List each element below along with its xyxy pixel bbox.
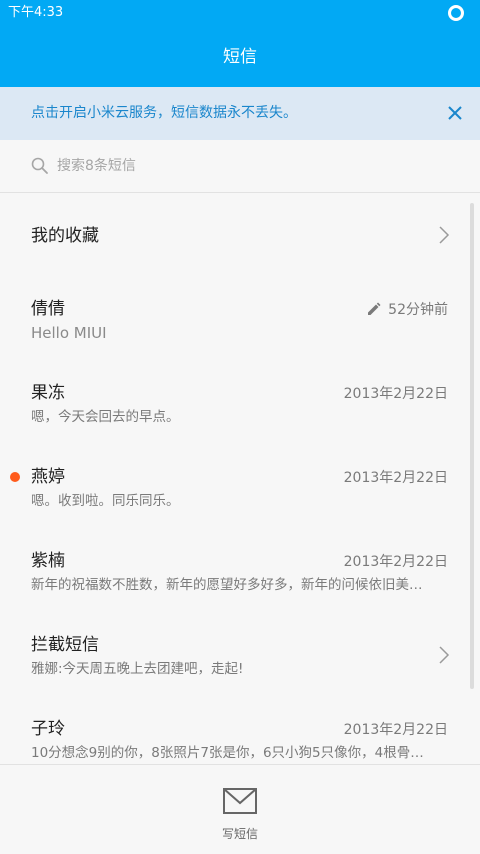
row-title: 果冻 [31, 383, 65, 403]
row-title: 燕婷 [31, 467, 65, 487]
row-title: 紫楠 [31, 551, 65, 571]
row-title: 倩倩 [31, 299, 65, 319]
row-snippet: 10分想念9别的你，8张照片7张是你，6只小狗5只像你，4根骨… [31, 745, 424, 761]
row-title: 我的收藏 [31, 226, 99, 246]
row-date: 2013年2月22日 [343, 554, 448, 570]
list-scrollbar[interactable] [470, 203, 474, 689]
row-date: 2013年2月22日 [343, 386, 448, 402]
row-snippet: 雅娜:今天周五晚上去团建吧，走起! [31, 661, 244, 677]
search-input[interactable] [57, 153, 447, 179]
row-snippet: 新年的祝福数不胜数，新年的愿望好多好多，新年的问候依旧美… [31, 577, 423, 593]
row-date: 2013年2月22日 [343, 722, 448, 738]
close-icon[interactable] [446, 104, 464, 122]
favorites-folder-row[interactable]: 我的收藏 [0, 193, 470, 277]
row-date: 52分钟前 [388, 302, 448, 318]
chevron-right-icon [439, 646, 450, 664]
chevron-right-icon [439, 226, 450, 244]
conversation-row[interactable]: 倩倩 52分钟前 Hello MIUI [0, 277, 470, 361]
page-title: 短信 [223, 47, 257, 67]
row-title: 子玲 [31, 719, 65, 739]
unread-dot [10, 472, 20, 482]
banner-text[interactable]: 点击开启小米云服务，短信数据永不丢失。 [31, 104, 297, 122]
conversation-list: 我的收藏 倩倩 52分钟前 Hello MIUI 果冻 2013年2月22日 嗯… [0, 193, 480, 764]
conversation-row[interactable]: 子玲 2013年2月22日 10分想念9别的你，8张照片7张是你，6只小狗5只像… [0, 697, 470, 764]
row-title: 拦截短信 [31, 635, 99, 655]
bottom-action-bar: 写短信 [0, 764, 480, 854]
cloud-service-banner[interactable]: 点击开启小米云服务，短信数据永不丢失。 [0, 87, 480, 140]
row-snippet: Hello MIUI [31, 324, 107, 342]
blocked-messages-row[interactable]: 拦截短信 雅娜:今天周五晚上去团建吧，走起! [0, 613, 470, 697]
row-date: 2013年2月22日 [343, 470, 448, 486]
conversation-row[interactable]: 果冻 2013年2月22日 嗯，今天会回去的早点。 [0, 361, 470, 445]
compose-label: 写短信 [221, 827, 258, 841]
app-header: 下午4:33 短信 [0, 0, 480, 87]
row-snippet: 嗯，今天会回去的早点。 [31, 409, 180, 425]
search-bar [0, 140, 480, 193]
envelope-icon [223, 788, 257, 814]
compose-button[interactable]: 写短信 [200, 765, 280, 854]
status-time: 下午4:33 [8, 5, 64, 20]
row-snippet: 嗯。收到啦。同乐同乐。 [31, 493, 180, 509]
pencil-icon [368, 302, 381, 315]
status-ring-icon [448, 5, 464, 21]
conversation-row[interactable]: 紫楠 2013年2月22日 新年的祝福数不胜数，新年的愿望好多好多，新年的问候依… [0, 529, 470, 613]
search-icon [31, 157, 48, 174]
conversation-row[interactable]: 燕婷 2013年2月22日 嗯。收到啦。同乐同乐。 [0, 445, 470, 529]
